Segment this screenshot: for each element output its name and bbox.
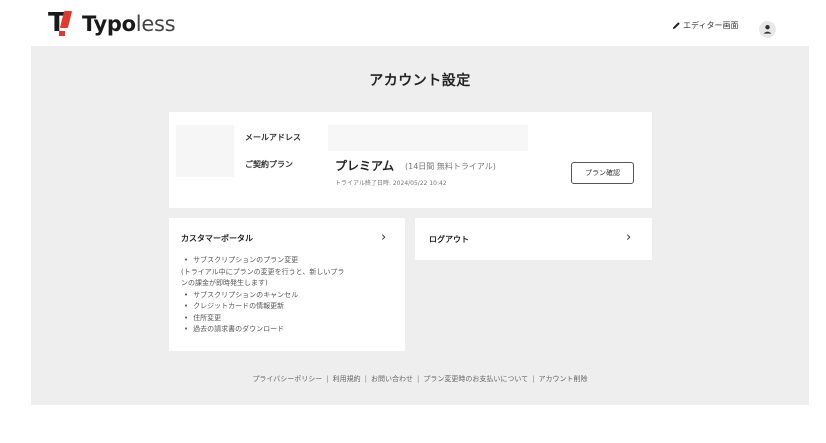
list-item-note: (トライアル中にプランの変更を行うと、新しいプラ (181, 267, 345, 276)
editor-screen-label: エディター画面 (683, 21, 739, 30)
footer-links: プライバシーポリシー | 利用規約 | お問い合わせ | プラン変更時のお支払いについて | ア… (31, 374, 809, 384)
delete-account-link[interactable]: アカウント削除 (539, 375, 588, 383)
typoless-logo[interactable]: T Typoless (48, 9, 176, 37)
editor-screen-link[interactable]: エディター画面 (672, 20, 738, 31)
customer-portal-card[interactable]: カスタマーポータル › サブスクリプションのプラン変更 (トライアル中にプランの… (169, 218, 405, 351)
footer-separator: | (364, 375, 368, 383)
list-item: クレジットカードの情報更新 (181, 301, 401, 313)
pencil-icon (672, 22, 680, 30)
terms-link[interactable]: 利用規約 (333, 375, 361, 383)
plan-change-payment-link[interactable]: プラン変更時のお支払いについて (423, 375, 528, 383)
logo-wordmark-light: less (135, 12, 176, 36)
chevron-right-icon: › (626, 230, 632, 245)
user-avatar-icon[interactable] (759, 21, 776, 38)
email-label: メールアドレス (245, 133, 301, 142)
list-item: 住所変更 (181, 313, 401, 325)
footer-separator: | (417, 375, 420, 383)
logout-card[interactable]: ログアウト › (415, 218, 652, 260)
plan-confirm-button[interactable]: プラン確認 (571, 162, 634, 184)
account-image-placeholder (176, 125, 234, 177)
list-item: サブスクリプションのプラン変更 (181, 255, 401, 267)
footer-separator: | (532, 375, 535, 383)
chevron-right-icon: › (381, 230, 387, 245)
person-icon (763, 25, 772, 34)
logo-mark-icon: T (48, 9, 78, 37)
portal-feature-list: サブスクリプションのプラン変更 (トライアル中にプランの変更を行うと、新しいプラ… (181, 255, 401, 336)
plan-name: プレミアム (335, 159, 395, 173)
list-item-note: ンの課金が即時発生します) (181, 279, 268, 287)
logo-wordmark: Typoless (82, 12, 176, 36)
top-header: T Typoless エディター画面 (0, 0, 826, 46)
list-item: 過去の請求書のダウンロード (181, 324, 401, 336)
main-content: アカウント設定 メールアドレス ご契約プラン プレミアム (14日間 無料トライ… (31, 46, 809, 405)
customer-portal-title: カスタマーポータル (181, 234, 253, 243)
list-item: サブスクリプションのキャンセル (181, 290, 401, 302)
logo-wordmark-bold: Typo (82, 12, 136, 36)
footer-separator: | (326, 375, 329, 383)
account-info-card: メールアドレス ご契約プラン プレミアム (14日間 無料トライアル) トライア… (169, 112, 652, 208)
plan-trial-note: (14日間 無料トライアル) (405, 162, 496, 171)
trial-end-date: トライアル終了日時: 2024/05/22 10:42 (335, 180, 447, 187)
plan-label: ご契約プラン (245, 160, 293, 169)
page-title: アカウント設定 (369, 73, 471, 89)
privacy-policy-link[interactable]: プライバシーポリシー (252, 375, 322, 383)
contact-link[interactable]: お問い合わせ (371, 375, 413, 383)
logout-title: ログアウト (429, 235, 469, 244)
email-value (328, 125, 528, 151)
